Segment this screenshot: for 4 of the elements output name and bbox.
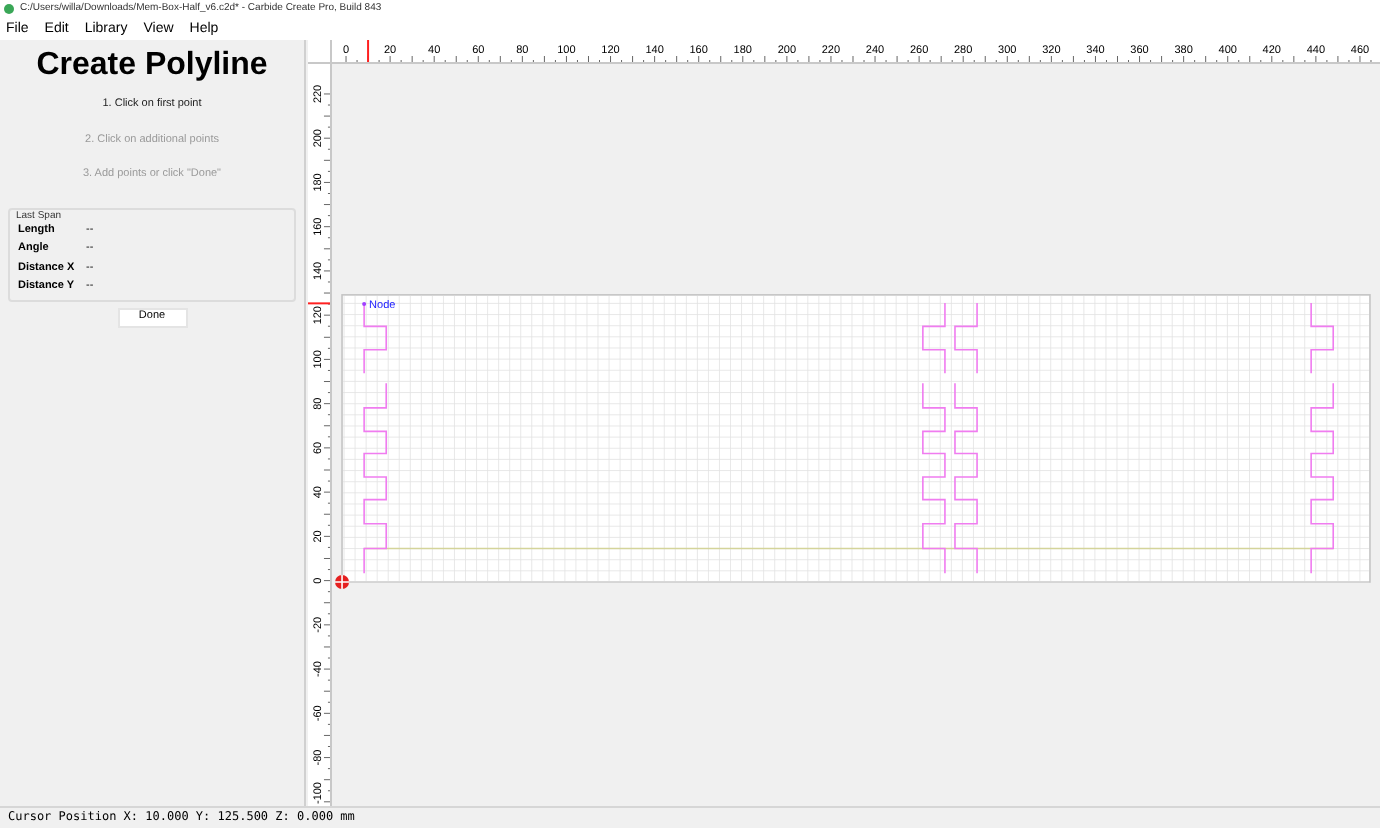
origin-icon xyxy=(334,574,350,590)
node-dot xyxy=(362,301,367,306)
app-icon xyxy=(4,4,14,14)
panel-title: Create Polyline xyxy=(36,46,268,86)
